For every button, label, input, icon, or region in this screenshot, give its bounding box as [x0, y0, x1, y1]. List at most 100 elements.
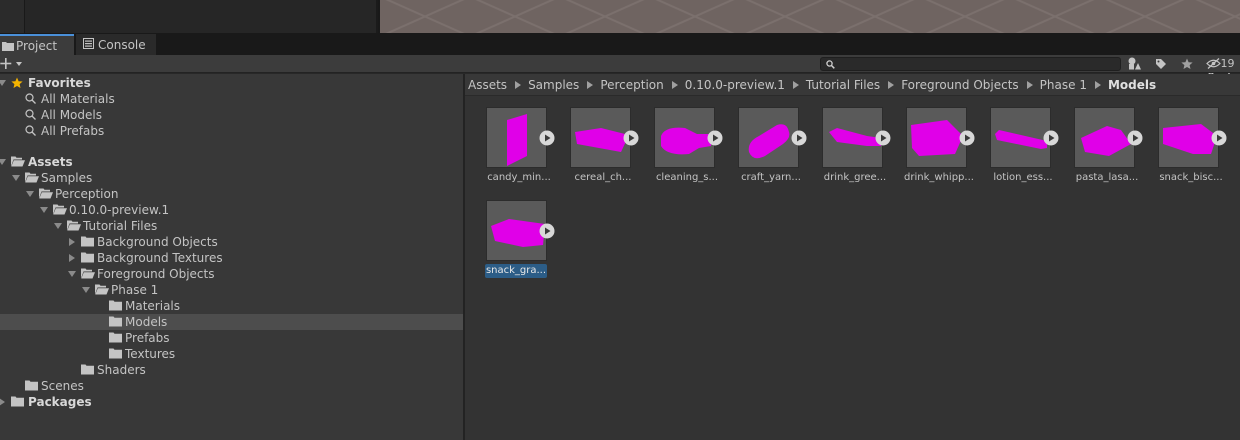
expand-arrow-icon[interactable] — [0, 158, 6, 166]
expand-play-icon[interactable] — [1211, 130, 1227, 146]
tree-folder-version[interactable]: 0.10.0-preview.1 — [0, 202, 463, 218]
collapse-arrow-icon[interactable] — [68, 254, 76, 262]
tree-folder-perception[interactable]: Perception — [0, 186, 463, 202]
chevron-right-icon — [1094, 80, 1101, 89]
expand-play-icon[interactable] — [539, 223, 555, 239]
breadcrumb-item[interactable]: Samples — [528, 78, 579, 92]
expand-arrow-icon[interactable] — [40, 206, 48, 214]
hidden-count: 19 — [1220, 57, 1235, 70]
expand-play-icon[interactable] — [1127, 130, 1143, 146]
asset-tile[interactable]: pasta_lasa... — [1069, 107, 1143, 189]
tree-label: Phase 1 — [111, 283, 159, 297]
expand-arrow-icon[interactable] — [0, 79, 6, 87]
model-thumbnail[interactable] — [1074, 107, 1135, 168]
tree-assets[interactable]: Assets — [0, 154, 463, 170]
tree-folder-phase-1[interactable]: Phase 1 — [0, 282, 463, 298]
model-thumbnail[interactable] — [486, 107, 547, 168]
expand-play-icon[interactable] — [959, 130, 975, 146]
model-thumbnail[interactable] — [906, 107, 967, 168]
open-folder-icon — [81, 268, 95, 279]
model-thumbnail[interactable] — [486, 200, 547, 261]
open-folder-icon — [11, 156, 25, 167]
project-tree: Favorites All Materials All Models All P… — [0, 74, 463, 440]
asset-tile[interactable]: snack_gra... — [481, 200, 555, 282]
model-thumbnail[interactable] — [990, 107, 1051, 168]
tree-folder-materials[interactable]: Materials — [0, 298, 463, 314]
create-dropdown-button[interactable] — [0, 56, 28, 72]
collapse-arrow-icon[interactable] — [68, 238, 76, 246]
asset-tile[interactable]: candy_min... — [481, 107, 555, 189]
tree-folder-foreground-objects[interactable]: Foreground Objects — [0, 266, 463, 282]
asset-tile[interactable]: lotion_ess... — [985, 107, 1059, 189]
model-thumbnail[interactable] — [738, 107, 799, 168]
model-thumbnail[interactable] — [822, 107, 883, 168]
expand-arrow-icon[interactable] — [12, 174, 20, 182]
expand-arrow-icon[interactable] — [68, 270, 76, 278]
folder-icon — [81, 236, 94, 247]
expand-arrow-icon[interactable] — [82, 286, 90, 294]
search-icon — [826, 60, 835, 69]
asset-tile[interactable]: cereal_ch... — [565, 107, 639, 189]
hidden-packages-toggle[interactable]: 19 — [1202, 55, 1238, 72]
expand-play-icon[interactable] — [539, 130, 555, 146]
model-thumbnail[interactable] — [570, 107, 631, 168]
asset-name: cereal_ch... — [574, 172, 632, 183]
tag-icon — [1156, 58, 1166, 69]
search-input[interactable] — [820, 57, 1121, 71]
tree-favorite-all-models[interactable]: All Models — [0, 107, 463, 123]
tree-folder-textures[interactable]: Textures — [0, 346, 463, 362]
breadcrumb-item[interactable]: Tutorial Files — [806, 78, 880, 92]
breadcrumb-item[interactable]: Assets — [468, 78, 507, 92]
save-search-button[interactable] — [1176, 55, 1198, 72]
asset-name: cleaning_s... — [655, 172, 719, 183]
tab-project[interactable]: Project — [0, 34, 74, 55]
expand-play-icon[interactable] — [875, 130, 891, 146]
expand-play-icon[interactable] — [707, 130, 723, 146]
tree-label: Models — [125, 315, 168, 329]
tree-label: All Materials — [41, 92, 115, 106]
breadcrumb-item[interactable]: 0.10.0-preview.1 — [685, 78, 785, 92]
tree-favorites[interactable]: Favorites — [0, 75, 463, 91]
upper-left-panel — [0, 0, 24, 33]
tree-favorite-all-prefabs[interactable]: All Prefabs — [0, 123, 463, 139]
star-icon — [11, 77, 23, 88]
console-icon — [83, 38, 94, 49]
scene-view[interactable] — [380, 0, 1240, 33]
folder-icon — [2, 42, 14, 51]
tree-folder-prefabs[interactable]: Prefabs — [0, 330, 463, 346]
tree-label: Packages — [28, 395, 92, 409]
asset-tile[interactable]: craft_yarn... — [733, 107, 807, 189]
expand-play-icon[interactable] — [623, 130, 639, 146]
collapse-arrow-icon[interactable] — [0, 398, 6, 406]
search-by-label-button[interactable] — [1150, 55, 1172, 72]
tree-folder-shaders[interactable]: Shaders — [0, 362, 463, 378]
tree-folder-models[interactable]: Models — [0, 314, 463, 330]
asset-tile[interactable]: drink_whipp... — [901, 107, 975, 189]
expand-arrow-icon[interactable] — [26, 190, 34, 198]
folder-icon — [81, 364, 94, 375]
asset-tile[interactable]: cleaning_s... — [649, 107, 723, 189]
breadcrumb-item[interactable]: Foreground Objects — [901, 78, 1018, 92]
expand-play-icon[interactable] — [1043, 130, 1059, 146]
model-thumbnail[interactable] — [654, 107, 715, 168]
asset-tile[interactable]: snack_bisc... — [1153, 107, 1227, 189]
tree-folder-background-objects[interactable]: Background Objects — [0, 234, 463, 250]
folder-icon — [109, 300, 122, 311]
tree-folder-background-textures[interactable]: Background Textures — [0, 250, 463, 266]
model-thumbnail[interactable] — [1158, 107, 1219, 168]
tree-folder-samples[interactable]: Samples — [0, 170, 463, 186]
tree-label: Samples — [41, 171, 93, 185]
chevron-right-icon — [1026, 80, 1033, 89]
tree-folder-tutorial-files[interactable]: Tutorial Files — [0, 218, 463, 234]
tree-folder-scenes[interactable]: Scenes — [0, 378, 463, 394]
breadcrumb-item[interactable]: Phase 1 — [1040, 78, 1087, 92]
tree-packages[interactable]: Packages — [0, 394, 463, 410]
expand-arrow-icon[interactable] — [54, 222, 62, 230]
breadcrumb-item[interactable]: Perception — [600, 78, 663, 92]
tab-console[interactable]: Console — [76, 34, 156, 55]
breadcrumb-item[interactable]: Models — [1108, 78, 1156, 92]
expand-play-icon[interactable] — [791, 130, 807, 146]
asset-tile[interactable]: drink_gree... — [817, 107, 891, 189]
tree-favorite-all-materials[interactable]: All Materials — [0, 91, 463, 107]
search-by-type-button[interactable] — [1124, 55, 1146, 72]
